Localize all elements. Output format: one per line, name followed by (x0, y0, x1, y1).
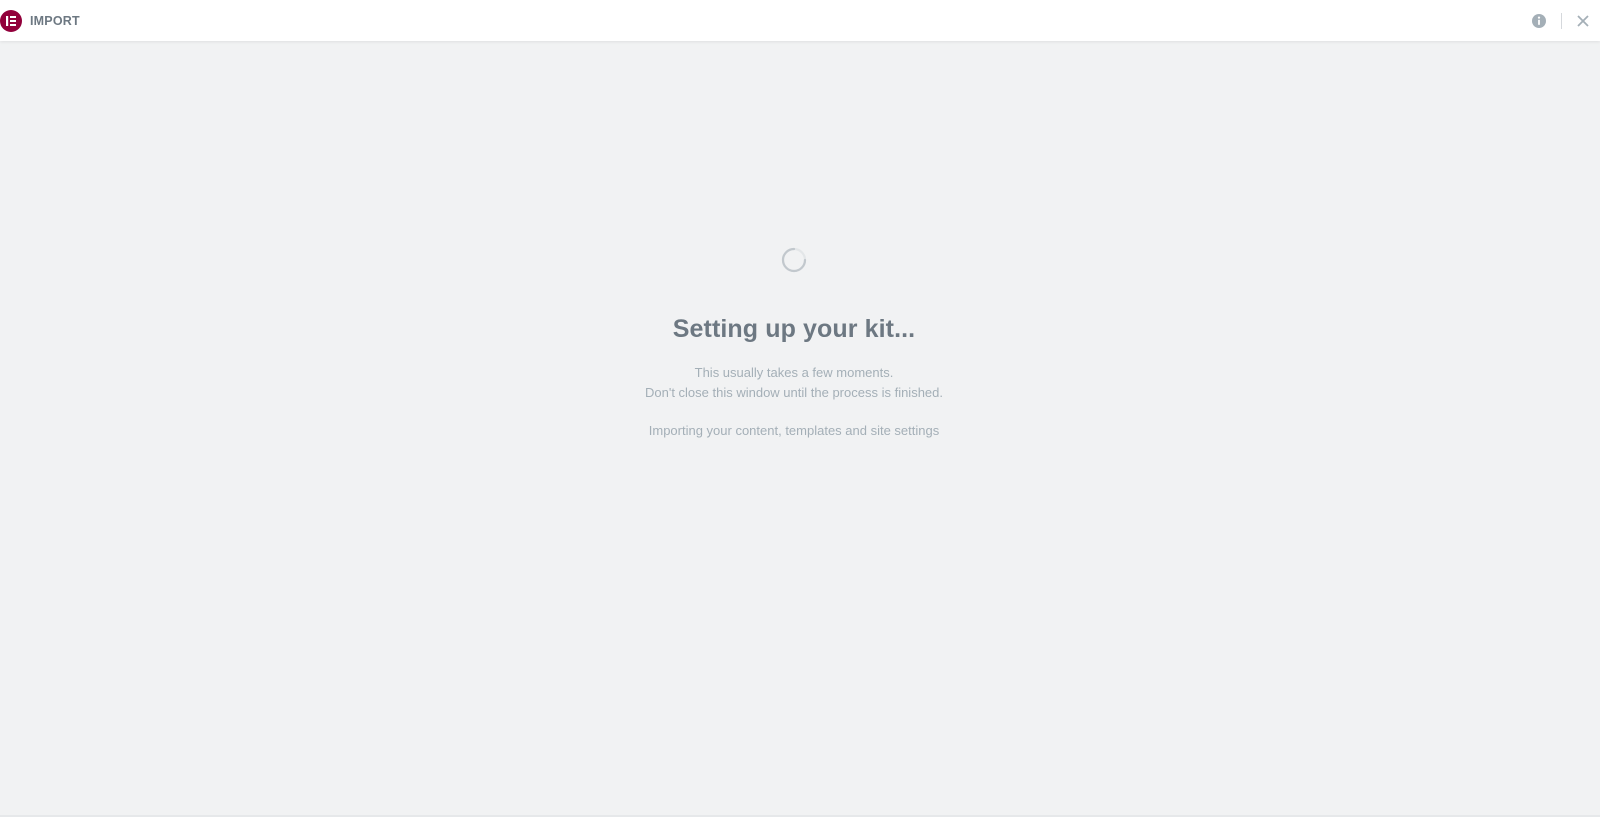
import-status-text: Importing your content, templates and si… (648, 423, 940, 438)
top-bar: IMPORT (0, 0, 1600, 41)
description-line-1: This usually takes a few moments. (694, 365, 894, 380)
info-icon[interactable] (1531, 13, 1547, 29)
page-title: Setting up your kit... (672, 315, 916, 343)
loading-spinner-icon (780, 246, 808, 274)
description: This usually takes a few moments. Don't … (0, 363, 1588, 403)
close-icon[interactable] (1576, 14, 1590, 28)
elementor-logo-icon (0, 9, 22, 32)
description-line-2: Don't close this window until the proces… (644, 385, 944, 400)
header-actions (1531, 0, 1600, 41)
import-progress-panel: Setting up your kit... This usually take… (0, 41, 1600, 817)
header-divider (1561, 12, 1562, 29)
header-title: IMPORT (30, 13, 80, 28)
loader-section: Setting up your kit... This usually take… (0, 246, 1588, 438)
